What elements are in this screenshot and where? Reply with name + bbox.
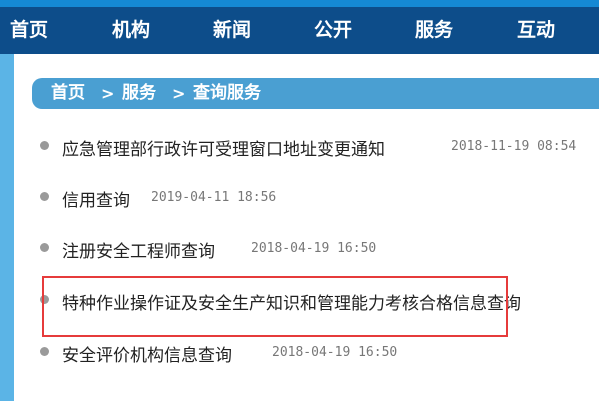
list-item-date: 2018-04-19 16:50 <box>272 345 398 360</box>
nav-item-home[interactable]: 首页 <box>10 7 48 54</box>
list-item: 注册安全工程师查询 2018-04-19 16:50 <box>14 235 599 265</box>
list-item-date: 2018-11-19 08:54 <box>451 139 577 154</box>
bullet-icon <box>40 347 49 356</box>
main-nav: 首页 机构 新闻 公开 服务 互动 <box>0 7 599 54</box>
list-item-title[interactable]: 注册安全工程师查询 <box>62 237 215 262</box>
breadcrumb-separator: > <box>101 84 115 103</box>
breadcrumb-current: 查询服务 <box>193 83 261 103</box>
breadcrumb: 首页 > 服务 > 查询服务 <box>32 78 599 109</box>
nav-item-interaction[interactable]: 互动 <box>517 7 555 54</box>
nav-item-news[interactable]: 新闻 <box>213 7 251 54</box>
list-item-title[interactable]: 应急管理部行政许可受理窗口地址变更通知 <box>62 135 385 160</box>
bullet-icon <box>40 141 49 150</box>
breadcrumb-home[interactable]: 首页 <box>51 78 85 109</box>
top-strip <box>0 0 599 7</box>
bullet-icon <box>40 243 49 252</box>
bullet-icon <box>40 192 49 201</box>
content-panel: 首页 > 服务 > 查询服务 应急管理部行政许可受理窗口地址变更通知 2018-… <box>14 54 599 401</box>
bullet-icon <box>40 295 49 304</box>
list-item: 信用查询 2019-04-11 18:56 <box>14 184 599 214</box>
list-item: 应急管理部行政许可受理窗口地址变更通知 2018-11-19 08:54 <box>14 133 599 163</box>
nav-item-public[interactable]: 公开 <box>314 7 352 54</box>
nav-item-services[interactable]: 服务 <box>415 7 453 54</box>
list-item-title[interactable]: 特种作业操作证及安全生产知识和管理能力考核合格信息查询 <box>62 289 521 314</box>
nav-item-organization[interactable]: 机构 <box>112 7 150 54</box>
list-item: 特种作业操作证及安全生产知识和管理能力考核合格信息查询 <box>14 289 599 319</box>
list-item: 安全评价机构信息查询 2018-04-19 16:50 <box>14 339 599 369</box>
breadcrumb-separator: > <box>172 84 186 103</box>
list-item-title[interactable]: 信用查询 <box>62 186 130 211</box>
list-item-title[interactable]: 安全评价机构信息查询 <box>62 341 232 366</box>
breadcrumb-services[interactable]: 服务 <box>122 78 156 109</box>
list-item-date: 2018-04-19 16:50 <box>251 241 377 256</box>
list-item-date: 2019-04-11 18:56 <box>151 190 277 205</box>
